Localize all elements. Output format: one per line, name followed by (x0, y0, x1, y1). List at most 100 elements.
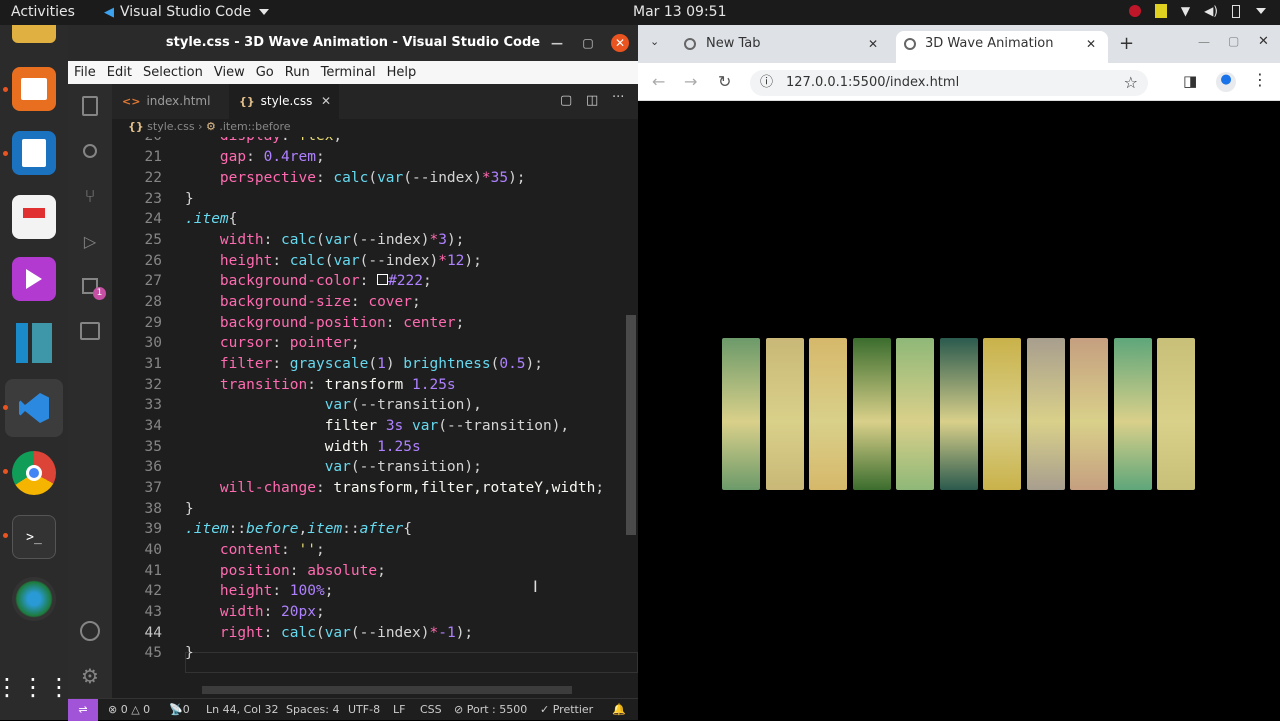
prettier-status[interactable]: ✓ Prettier (540, 703, 593, 716)
wifi-icon[interactable]: ▼ (1181, 4, 1190, 18)
system-tray[interactable]: ▼ ◀) (1128, 4, 1266, 18)
record-icon[interactable] (1128, 5, 1141, 17)
error-count: 0 (120, 703, 128, 716)
horizontal-scrollbar[interactable] (202, 686, 572, 694)
notes-app-icon[interactable] (12, 67, 56, 111)
search-icon[interactable] (78, 139, 102, 163)
end-of-line[interactable]: LF (393, 703, 405, 716)
code-editor[interactable]: 20 display: flex; 21 gap: 0.4rem; 22 per… (112, 137, 638, 698)
gallery-item[interactable] (1026, 338, 1065, 490)
clock[interactable]: Mar 13 09:51 (633, 4, 726, 20)
run-debug-icon[interactable]: ▷ (78, 229, 102, 253)
document-viewer-icon[interactable] (12, 195, 56, 239)
gallery-item[interactable] (852, 338, 891, 490)
battery-icon[interactable] (1232, 4, 1240, 18)
writer-app-icon[interactable] (12, 131, 56, 175)
profile-avatar[interactable]: ● (1216, 72, 1236, 92)
remote-explorer-icon[interactable] (78, 319, 102, 343)
tab-new-tab[interactable]: New Tab ✕ (672, 31, 886, 63)
close-icon[interactable]: ✕ (1258, 34, 1269, 49)
gallery-item[interactable] (765, 338, 804, 490)
breadcrumb-symbol[interactable]: .item::before (219, 120, 290, 133)
extensions-icon[interactable]: 1 (78, 274, 106, 300)
tab-close-icon[interactable]: ✕ (1086, 31, 1096, 57)
new-tab-icon[interactable]: + (1119, 33, 1134, 54)
menu-run[interactable]: Run (285, 65, 310, 80)
gallery-item[interactable] (939, 338, 978, 490)
app-menu[interactable]: ◀ Visual Studio Code (104, 4, 270, 20)
gallery-item[interactable] (983, 338, 1021, 490)
terminal-app-icon[interactable] (12, 321, 56, 365)
menu-help[interactable]: Help (387, 65, 417, 80)
menu-terminal[interactable]: Terminal (321, 65, 376, 80)
back-icon[interactable]: ← (652, 72, 665, 91)
line-number: 39 (144, 521, 162, 537)
tab-search-icon[interactable]: ⌄ (650, 35, 659, 48)
problems-indicator[interactable]: ⊗ 0 △ 0 (108, 703, 150, 716)
menu-view[interactable]: View (214, 65, 245, 80)
window-title-bar[interactable]: style.css - 3D Wave Animation - Visual S… (68, 25, 638, 61)
address-bar[interactable]: ⓘ 127.0.0.1:5500/index.html ☆ (750, 70, 1148, 96)
gallery-item[interactable] (809, 338, 847, 490)
more-actions-icon[interactable]: ··· (612, 90, 624, 105)
tab-style-css[interactable]: {} style.css ✕ (229, 84, 339, 119)
activities-button[interactable]: Activities (11, 4, 75, 20)
camera-app-icon[interactable] (12, 577, 56, 621)
minimize-icon[interactable]: — (1198, 35, 1210, 49)
site-info-icon[interactable]: ⓘ (760, 70, 773, 96)
cursor-position[interactable]: Ln 44, Col 32 (206, 703, 279, 716)
tab-label: 3D Wave Animation (925, 36, 1054, 51)
media-player-icon[interactable] (12, 257, 56, 301)
menu-file[interactable]: File (74, 65, 96, 80)
chrome-app-icon[interactable] (12, 451, 56, 495)
gallery-item[interactable] (1157, 338, 1195, 490)
show-apps-icon[interactable]: ⋮⋮⋮ (0, 665, 71, 709)
split-editor-icon[interactable]: ▢ (560, 93, 572, 108)
bell-icon[interactable]: 🔔 (612, 703, 626, 716)
tab-3d-wave-animation[interactable]: 3D Wave Animation ✕ (896, 31, 1108, 63)
line-number: 20 (112, 137, 162, 144)
menu-edit[interactable]: Edit (107, 65, 132, 80)
maximize-icon[interactable]: ▢ (1228, 34, 1239, 48)
port-label: Port : 5500 (466, 703, 528, 716)
ports-indicator[interactable]: 📡0 (169, 703, 190, 716)
breadcrumb-file[interactable]: style.css (147, 120, 194, 133)
account-icon[interactable] (78, 619, 102, 643)
reload-icon[interactable]: ↻ (718, 72, 731, 91)
indentation[interactable]: Spaces: 4 (286, 703, 339, 716)
side-panel-icon[interactable]: ◨ (1183, 72, 1197, 90)
remote-indicator-icon[interactable]: ⇌ (68, 699, 98, 721)
menu-go[interactable]: Go (256, 65, 274, 80)
maximize-icon[interactable]: ▢ (579, 34, 597, 52)
files-icon[interactable] (12, 25, 56, 43)
encoding[interactable]: UTF-8 (348, 703, 380, 716)
gallery-item[interactable] (722, 338, 760, 490)
minimize-icon[interactable]: — (548, 34, 566, 52)
chrome-menu-icon[interactable]: ⋮ (1252, 70, 1268, 89)
gallery-item[interactable] (1113, 338, 1152, 490)
forward-icon[interactable]: → (684, 72, 697, 91)
vertical-scrollbar[interactable] (626, 315, 636, 535)
chrome-favicon-icon (904, 38, 916, 50)
explorer-icon[interactable] (78, 94, 102, 118)
layout-icon[interactable]: ◫ (586, 93, 598, 108)
volume-icon[interactable]: ◀) (1204, 4, 1218, 18)
gallery-item[interactable] (896, 338, 934, 490)
html-file-icon: <> (122, 95, 141, 108)
tab-close-icon[interactable]: ✕ (321, 84, 331, 119)
power-menu-chevron-icon[interactable] (1256, 8, 1266, 14)
terminal-icon[interactable]: >_ (12, 515, 56, 559)
tab-close-icon[interactable]: ✕ (868, 31, 878, 57)
gallery-item[interactable] (1070, 338, 1108, 490)
language-mode[interactable]: CSS (420, 703, 442, 716)
settings-gear-icon[interactable]: ⚙ (78, 664, 102, 688)
menu-selection[interactable]: Selection (143, 65, 203, 80)
close-icon[interactable]: ✕ (611, 34, 629, 52)
extensions-badge: 1 (93, 287, 106, 300)
live-server-port[interactable]: ⊘ Port : 5500 (454, 703, 527, 716)
notes-icon[interactable] (1154, 4, 1167, 18)
vscode-app-icon[interactable] (5, 379, 63, 437)
bookmark-star-icon[interactable]: ☆ (1124, 70, 1138, 96)
tab-index-html[interactable]: <> index.html (112, 84, 227, 119)
source-control-icon[interactable]: ⑂ (78, 184, 102, 208)
